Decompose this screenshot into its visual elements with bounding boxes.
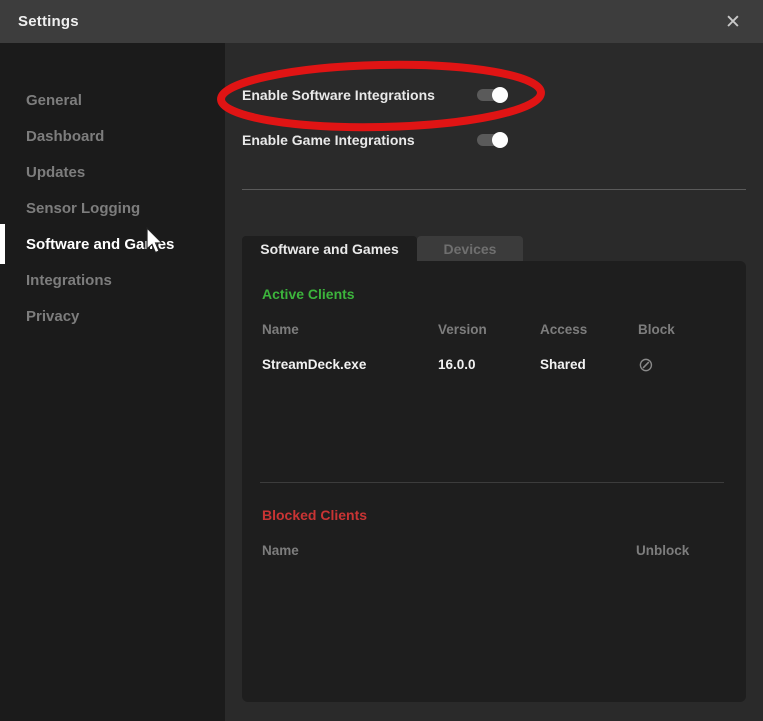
block-icon[interactable]: ⊘: [638, 356, 654, 375]
toggle-knob: [492, 87, 508, 103]
blocked-clients-heading: Blocked Clients: [262, 507, 367, 523]
column-header-version: Version: [438, 322, 487, 337]
client-name: StreamDeck.exe: [262, 357, 366, 372]
main-content: Enable Software Integrations Enable Game…: [225, 43, 763, 721]
sidebar-item-general[interactable]: General: [0, 82, 225, 118]
sidebar-item-updates[interactable]: Updates: [0, 154, 225, 190]
section-divider: [242, 189, 746, 190]
titlebar: Settings ✕: [0, 0, 763, 43]
window-title: Settings: [18, 13, 79, 30]
software-integrations-row: Enable Software Integrations: [242, 85, 508, 105]
tab-bar: Software and Games Devices: [242, 236, 523, 261]
client-access: Shared: [540, 357, 586, 372]
sidebar-item-privacy[interactable]: Privacy: [0, 298, 225, 334]
sidebar-item-software-and-games[interactable]: Software and Games: [0, 226, 225, 262]
software-integrations-label: Enable Software Integrations: [242, 87, 435, 103]
column-header-name: Name: [262, 322, 299, 337]
toggle-knob: [492, 132, 508, 148]
game-integrations-row: Enable Game Integrations: [242, 130, 508, 150]
sidebar-item-sensor-logging[interactable]: Sensor Logging: [0, 190, 225, 226]
sidebar-item-dashboard[interactable]: Dashboard: [0, 118, 225, 154]
close-icon[interactable]: ✕: [717, 6, 749, 38]
clients-panel: Active Clients Name Version Access Block…: [242, 261, 746, 702]
software-integrations-toggle[interactable]: [477, 89, 508, 101]
column-header-access: Access: [540, 322, 587, 337]
game-integrations-toggle[interactable]: [477, 134, 508, 146]
tab-devices[interactable]: Devices: [417, 236, 523, 261]
sidebar: General Dashboard Updates Sensor Logging…: [0, 43, 225, 721]
panel-divider: [260, 482, 724, 483]
game-integrations-label: Enable Game Integrations: [242, 132, 415, 148]
column-header-unblock: Unblock: [636, 543, 689, 558]
sidebar-item-integrations[interactable]: Integrations: [0, 262, 225, 298]
active-clients-heading: Active Clients: [262, 286, 355, 302]
client-version: 16.0.0: [438, 357, 476, 372]
tab-software-and-games[interactable]: Software and Games: [242, 236, 417, 261]
column-header-blocked-name: Name: [262, 543, 299, 558]
column-header-block: Block: [638, 322, 675, 337]
